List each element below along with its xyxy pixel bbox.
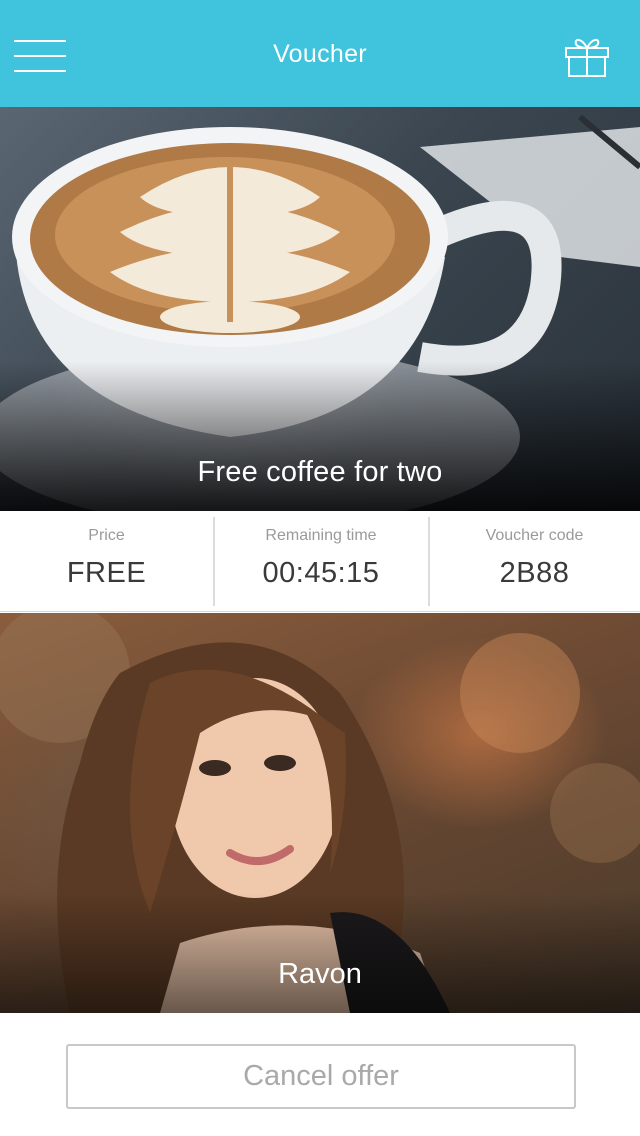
offer-title: Free coffee for two (197, 456, 443, 488)
top-bar: Voucher (0, 0, 640, 107)
price-column: Price FREE (0, 511, 213, 612)
remaining-time-value: 00:45:15 (262, 557, 380, 589)
voucher-details: Price FREE Remaining time 00:45:15 Vouch… (0, 511, 640, 612)
page-title: Voucher (273, 40, 367, 68)
person-name: Ravon (278, 958, 362, 990)
cancel-offer-button[interactable]: Cancel offer (66, 1044, 576, 1109)
voucher-code-label: Voucher code (485, 527, 584, 544)
price-value: FREE (66, 557, 147, 589)
remaining-time-column: Remaining time 00:45:15 (214, 511, 428, 612)
voucher-code-value: 2B88 (499, 557, 570, 589)
voucher-code-column: Voucher code 2B88 (429, 511, 640, 612)
gift-icon[interactable] (564, 36, 610, 78)
image-gradient (0, 893, 640, 1013)
person-photo[interactable]: Ravon (0, 613, 640, 1013)
offer-image[interactable]: Free coffee for two (0, 107, 640, 511)
remaining-time-label: Remaining time (265, 527, 377, 544)
voucher-screen: Voucher Free coffee for two Price FREE R… (0, 0, 640, 1136)
price-label: Price (88, 527, 125, 544)
